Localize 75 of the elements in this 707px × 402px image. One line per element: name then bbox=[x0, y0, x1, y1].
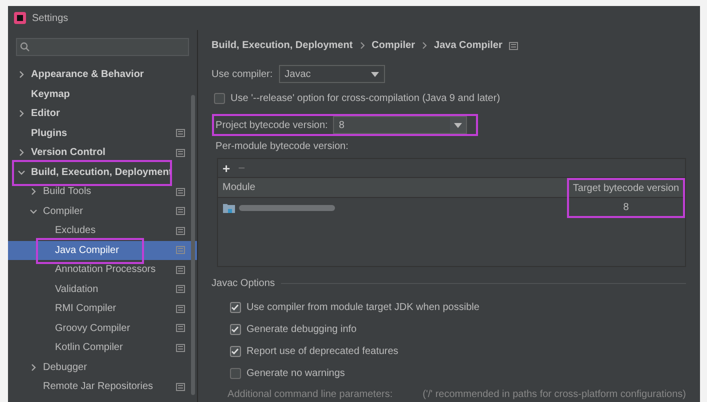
tree-item[interactable]: RMI Compiler bbox=[8, 299, 197, 318]
column-header[interactable]: Module bbox=[222, 180, 256, 196]
tree-item-label: Appearance & Behavior bbox=[31, 68, 144, 82]
chevron-right-icon[interactable] bbox=[18, 71, 25, 78]
tree-item-label: Java Compiler bbox=[55, 244, 119, 258]
field-hint: ('/' recommended in paths for cross-platform configurations) bbox=[422, 388, 686, 402]
chevron-right-icon[interactable] bbox=[30, 188, 37, 196]
tree-item[interactable]: Compiler bbox=[8, 202, 197, 221]
tree-item-label: Debugger bbox=[43, 360, 87, 375]
breadcrumb-item[interactable]: Java Compiler bbox=[434, 38, 502, 54]
tree-item[interactable]: Build Tools bbox=[8, 182, 197, 202]
chevron-right-icon[interactable] bbox=[18, 110, 25, 118]
chevron-down-icon[interactable] bbox=[18, 168, 25, 176]
breadcrumb-separator-icon bbox=[360, 42, 365, 50]
breadcrumb-separator-icon bbox=[422, 42, 428, 50]
project-scope-icon bbox=[509, 42, 518, 50]
tree-item[interactable]: Editor bbox=[8, 104, 197, 124]
tree-item-label: Plugins bbox=[31, 126, 68, 141]
tree-item-label: Build Tools bbox=[43, 185, 92, 200]
tree-item-label: Annotation Processors bbox=[55, 263, 156, 278]
checkbox[interactable] bbox=[230, 324, 241, 336]
field-label: Project bytecode version: bbox=[216, 118, 328, 133]
section-title: Javac Options bbox=[212, 277, 275, 292]
tree-item[interactable]: Annotation Processors bbox=[8, 260, 197, 280]
dropdown-caret-icon bbox=[454, 122, 462, 128]
dropdown-caret-icon bbox=[370, 72, 379, 77]
checkbox[interactable] bbox=[230, 302, 241, 314]
tree-item-label: Groovy Compiler bbox=[55, 322, 130, 336]
scrollbar[interactable] bbox=[190, 95, 195, 395]
table-cell-text: 8 bbox=[623, 200, 629, 215]
section-label: Per-module bytecode version: bbox=[216, 140, 350, 154]
tree-item-label: Keymap bbox=[31, 88, 70, 102]
search-icon bbox=[20, 42, 30, 52]
tree-item[interactable]: Groovy Compiler bbox=[8, 318, 197, 338]
search-field[interactable] bbox=[16, 38, 189, 56]
tree-item-label: Kotlin Compiler bbox=[55, 341, 123, 356]
chevron-right-icon[interactable] bbox=[30, 364, 37, 371]
checkbox-label: Use compiler from module target JDK when possible bbox=[246, 301, 480, 316]
compiler-dropdown[interactable]: Javac bbox=[278, 65, 385, 84]
tree-item[interactable]: Validation bbox=[8, 280, 197, 299]
field-label: Additional command line parameters: bbox=[228, 388, 393, 402]
tree-item[interactable]: Excludes bbox=[8, 221, 197, 240]
breadcrumb-item[interactable]: Compiler bbox=[372, 38, 416, 54]
checkbox[interactable] bbox=[214, 93, 225, 104]
add-button[interactable]: + bbox=[222, 162, 230, 175]
checkbox-label: Report use of deprecated features bbox=[246, 345, 398, 360]
field-label: Use compiler: bbox=[212, 68, 273, 82]
tree-item[interactable]: Keymap bbox=[8, 84, 197, 104]
tree-item[interactable]: Version Control bbox=[8, 143, 197, 162]
tree-item-label: RMI Compiler bbox=[55, 302, 116, 316]
tree-item[interactable]: Build, Execution, Deployment bbox=[8, 162, 197, 182]
chevron-down-icon[interactable] bbox=[30, 208, 37, 215]
chevron-right-icon[interactable] bbox=[18, 149, 25, 156]
tree-item-label: Editor bbox=[31, 107, 60, 122]
bytecode-version-dropdown[interactable]: 8 bbox=[332, 116, 467, 134]
tree-item-label: Build, Execution, Deployment bbox=[31, 166, 172, 180]
window-title: Settings bbox=[32, 12, 68, 26]
tree-item-label: Excludes bbox=[55, 224, 96, 238]
checkbox[interactable] bbox=[230, 368, 241, 380]
tree-item[interactable]: Debugger bbox=[8, 358, 197, 377]
checkbox-label: Generate no warnings bbox=[246, 367, 345, 382]
folder-icon bbox=[222, 203, 235, 214]
breadcrumb-item[interactable]: Build, Execution, Deployment bbox=[212, 38, 353, 54]
tree-item[interactable]: Appearance & Behavior bbox=[8, 65, 197, 84]
tree-item-label: Version Control bbox=[31, 146, 106, 160]
checkbox-label: Use '--release' option for cross-compilation (Java 9 and later) bbox=[230, 92, 500, 106]
checkbox[interactable] bbox=[230, 346, 241, 358]
tree-item[interactable]: Remote Jar Repositories bbox=[8, 377, 197, 396]
app-logo-icon bbox=[14, 12, 26, 24]
checkbox-label: Generate debugging info bbox=[246, 323, 357, 338]
tree-item[interactable]: Plugins bbox=[8, 124, 197, 143]
tree-item[interactable]: Kotlin Compiler bbox=[8, 338, 197, 358]
tree-item-label: Remote Jar Repositories bbox=[43, 380, 154, 394]
tree-item-label: Validation bbox=[55, 282, 98, 297]
tree-item-label: Compiler bbox=[43, 204, 84, 219]
